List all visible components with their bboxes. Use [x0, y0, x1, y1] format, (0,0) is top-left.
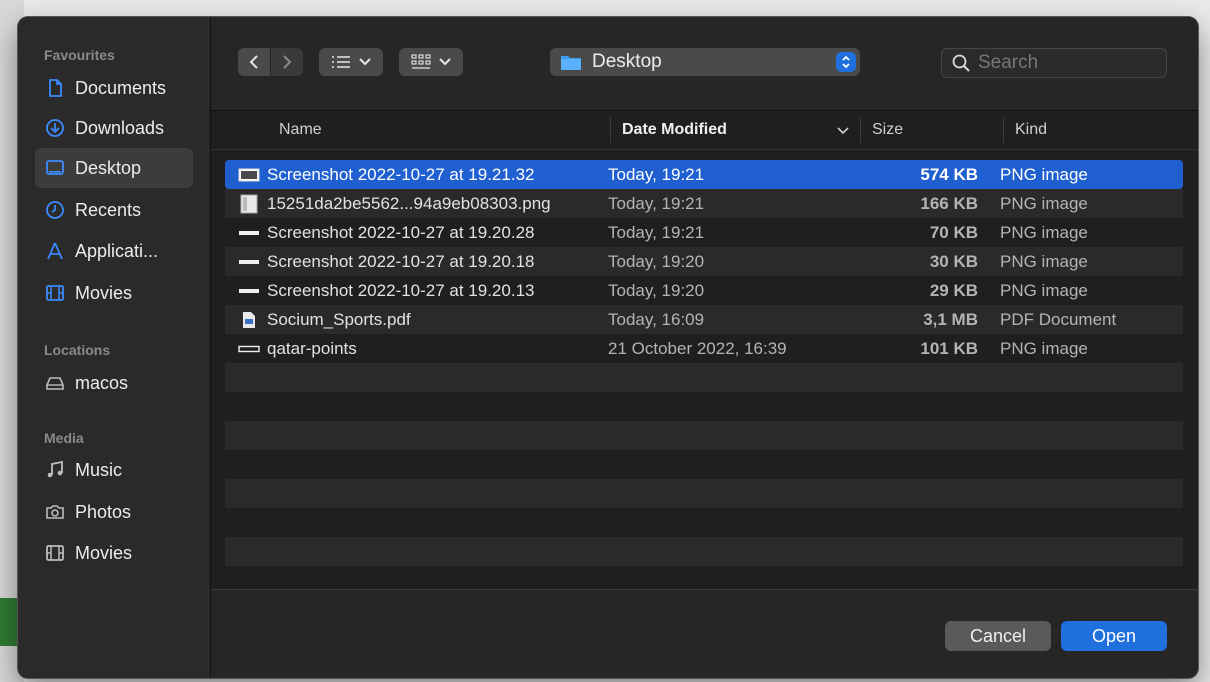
- sidebar-item-label: Movies: [75, 282, 133, 303]
- camera-icon: [45, 502, 65, 522]
- column-kind-header[interactable]: Kind: [1015, 111, 1047, 149]
- stepper-icon: [836, 52, 856, 72]
- location-label: Desktop: [592, 51, 662, 72]
- location-popup[interactable]: Desktop: [550, 48, 860, 76]
- cancel-button[interactable]: Cancel: [945, 621, 1051, 651]
- sidebar-item-recents[interactable]: Recents: [35, 190, 193, 230]
- open-file-dialog: Favourites Documents Downloads Desktop R…: [18, 17, 1198, 678]
- table-row[interactable]: Screenshot 2022-10-27 at 19.20.18 Today,…: [225, 247, 1183, 276]
- sidebar-section-media: Media: [44, 430, 84, 446]
- column-size-header[interactable]: Size: [872, 111, 903, 149]
- sidebar-item-media-movies[interactable]: Movies: [35, 533, 193, 573]
- column-divider: [1003, 117, 1004, 143]
- sidebar-item-label: Movies: [75, 542, 133, 563]
- sidebar-item-macos[interactable]: macos: [35, 363, 193, 403]
- film-icon: [45, 543, 65, 563]
- column-divider: [860, 117, 861, 143]
- screenshot-file-icon: [237, 252, 261, 272]
- sidebar-item-documents[interactable]: Documents: [35, 68, 193, 108]
- search-input[interactable]: [978, 52, 1158, 74]
- desktop-icon: [45, 158, 65, 178]
- empty-row: [225, 479, 1183, 508]
- sidebar-item-label: Photos: [75, 501, 132, 522]
- pdf-file-icon: [237, 310, 261, 330]
- sidebar-item-label: Recents: [75, 199, 142, 220]
- sidebar-section-favourites: Favourites: [44, 47, 115, 63]
- image-file-icon: [237, 194, 261, 214]
- sidebar-item-label: Music: [75, 459, 123, 480]
- table-row[interactable]: qatar-points 21 October 2022, 16:39 101 …: [225, 334, 1183, 363]
- applications-icon: [45, 241, 65, 261]
- chevron-left-icon: [249, 55, 258, 69]
- forward-button[interactable]: [271, 48, 303, 76]
- sidebar-item-downloads[interactable]: Downloads: [35, 108, 193, 148]
- drive-icon: [45, 373, 65, 393]
- search-box[interactable]: [941, 48, 1167, 78]
- empty-row: [225, 537, 1183, 566]
- download-icon: [45, 118, 65, 138]
- chevron-down-icon: [439, 58, 451, 66]
- dialog-footer: Cancel Open: [211, 589, 1198, 678]
- search-icon: [952, 54, 970, 72]
- open-button[interactable]: Open: [1061, 621, 1167, 651]
- empty-row: [225, 421, 1183, 450]
- folder-icon: [561, 56, 581, 70]
- sidebar-item-label: Applicati...: [75, 240, 159, 261]
- table-row[interactable]: 15251da2be5562...94a9eb08303.png Today, …: [225, 189, 1183, 218]
- document-icon: [45, 78, 65, 98]
- sidebar-section-locations: Locations: [44, 342, 111, 358]
- music-icon: [45, 460, 65, 480]
- table-row[interactable]: Socium_Sports.pdf Today, 16:09 3,1 MB PD…: [225, 305, 1183, 334]
- sidebar-item-label: Desktop: [75, 157, 142, 178]
- sort-chevron-down-icon: [837, 127, 849, 135]
- column-divider: [610, 117, 611, 143]
- empty-row: [225, 363, 1183, 392]
- group-view-button[interactable]: [399, 48, 463, 76]
- sidebar-item-photos[interactable]: Photos: [35, 492, 193, 532]
- table-row[interactable]: Screenshot 2022-10-27 at 19.21.32 Today,…: [225, 160, 1183, 189]
- screenshot-file-icon: [237, 223, 261, 243]
- sidebar-item-music[interactable]: Music: [35, 450, 193, 490]
- file-list: Name Date Modified Size Kind Screenshot …: [211, 111, 1198, 589]
- sidebar: Favourites Documents Downloads Desktop R…: [18, 17, 211, 678]
- screenshot-file-icon: [237, 281, 261, 301]
- toolbar: Desktop: [211, 17, 1198, 111]
- sidebar-item-movies[interactable]: Movies: [35, 273, 193, 313]
- chevron-right-icon: [283, 55, 292, 69]
- list-view-icon: [332, 56, 350, 68]
- table-row[interactable]: Screenshot 2022-10-27 at 19.20.28 Today,…: [225, 218, 1183, 247]
- sidebar-item-desktop[interactable]: Desktop: [35, 148, 193, 188]
- column-name-header[interactable]: Name: [279, 111, 322, 149]
- screenshot-file-icon: [237, 165, 261, 185]
- column-header: Name Date Modified Size Kind: [211, 111, 1198, 150]
- table-row[interactable]: Screenshot 2022-10-27 at 19.20.13 Today,…: [225, 276, 1183, 305]
- view-list-button[interactable]: [319, 48, 383, 76]
- sidebar-item-label: Downloads: [75, 117, 165, 138]
- grid-view-icon: [411, 54, 431, 69]
- clock-icon: [45, 200, 65, 220]
- back-button[interactable]: [238, 48, 270, 76]
- column-date-header[interactable]: Date Modified: [622, 111, 727, 149]
- image-file-icon: [237, 339, 261, 359]
- sidebar-item-applications[interactable]: Applicati...: [35, 231, 193, 271]
- film-icon: [45, 283, 65, 303]
- chevron-down-icon: [359, 58, 371, 66]
- sidebar-item-label: Documents: [75, 77, 167, 98]
- sidebar-item-label: macos: [75, 372, 129, 393]
